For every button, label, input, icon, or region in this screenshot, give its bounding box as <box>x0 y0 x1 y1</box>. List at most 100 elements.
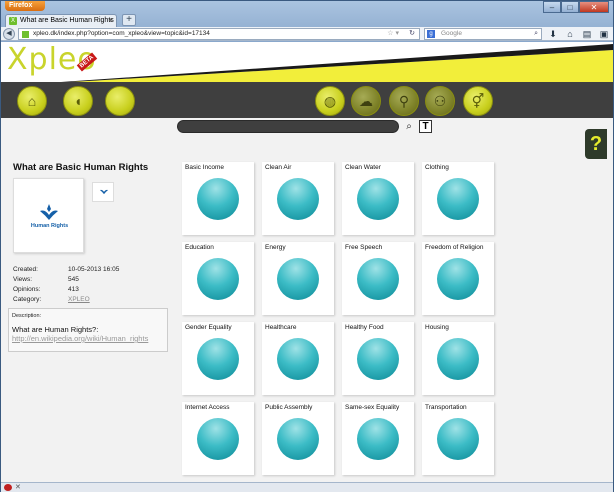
vote-circle-button[interactable] <box>277 338 319 380</box>
topic-card-label: Clean Air <box>265 164 292 171</box>
text-toggle-button[interactable]: T <box>419 120 432 133</box>
help-button[interactable]: ? <box>585 129 607 159</box>
magnifier-icon: ⚲ <box>398 93 410 109</box>
topic-card[interactable]: Same-sex Equality <box>342 402 414 475</box>
tab-bar: X What are Basic Human Rights × + <box>1 13 613 27</box>
topic-card[interactable]: Internet Access <box>182 402 254 475</box>
category-link[interactable]: XPLEO <box>68 295 90 305</box>
meta-key: Created: <box>13 266 38 273</box>
vote-circle-button[interactable] <box>357 338 399 380</box>
vote-circle-button[interactable] <box>197 258 239 300</box>
profile-nav-button[interactable]: ◖ <box>63 86 93 116</box>
tab-active[interactable]: X What are Basic Human Rights × <box>5 14 117 27</box>
topic-meta: Created: 10-05-2013 16:05 Views: 545 Opini… <box>13 265 119 305</box>
window-controls: – □ ✕ <box>543 1 609 13</box>
browser-window: Firefox – □ ✕ X What are Basic Human Rig… <box>0 0 614 492</box>
topic-card[interactable]: Free Speech <box>342 242 414 315</box>
vote-circle-button[interactable] <box>197 178 239 220</box>
topic-thumbnail[interactable] <box>92 182 114 202</box>
description-question: What are Human Rights?: <box>12 325 99 334</box>
site-search-icon[interactable]: ⌕ <box>403 120 415 133</box>
search-icon[interactable]: ⌕ <box>534 29 538 39</box>
topic-card[interactable]: Clean Air <box>262 162 334 235</box>
site-search-input[interactable] <box>177 120 399 133</box>
topic-card-label: Basic Income <box>185 164 225 171</box>
minimize-button[interactable]: – <box>543 1 561 13</box>
vote-circle-button[interactable] <box>357 418 399 460</box>
new-tab-button[interactable]: + <box>122 14 136 26</box>
web-search-input[interactable]: g Google ⌕ <box>424 28 542 40</box>
brain-nav-button[interactable]: ☁ <box>351 86 381 116</box>
gender-nav-button[interactable]: ⚥ <box>463 86 493 116</box>
topic-card[interactable]: Healthcare <box>262 322 334 395</box>
download-icon[interactable]: ⬇ <box>547 28 559 40</box>
topic-card-label: Gender Equality <box>185 324 232 331</box>
back-button[interactable]: ◀ <box>3 28 15 40</box>
url-input[interactable]: xpleo.dk/index.php?option=com_xpleo&view… <box>18 28 420 40</box>
topic-card[interactable]: Education <box>182 242 254 315</box>
meta-value: 545 <box>68 276 79 283</box>
url-text: xpleo.dk/index.php?option=com_xpleo&view… <box>33 30 210 37</box>
home-icon[interactable]: ⌂ <box>564 28 576 40</box>
blank-nav-button[interactable] <box>105 86 135 116</box>
topic-card-label: Clean Water <box>345 164 381 171</box>
topic-card[interactable]: Freedom of Religion <box>422 242 494 315</box>
vote-circle-button[interactable] <box>277 258 319 300</box>
meta-key: Opinions: <box>13 286 41 293</box>
vote-circle-button[interactable] <box>277 418 319 460</box>
topic-card[interactable]: Public Assembly <box>262 402 334 475</box>
addon-status-icon[interactable] <box>4 484 12 491</box>
topic-card[interactable]: Healthy Food <box>342 322 414 395</box>
tab-title: What are Basic Human Rights <box>20 17 114 24</box>
vote-circle-button[interactable] <box>437 258 479 300</box>
topic-card[interactable]: Basic Income <box>182 162 254 235</box>
site-identity-icon[interactable] <box>22 31 29 38</box>
gender-icon: ⚥ <box>471 93 485 109</box>
meta-row: Views: 545 <box>13 275 119 285</box>
description-label: Description: <box>12 313 42 319</box>
maximize-button[interactable]: □ <box>561 1 579 13</box>
topic-card[interactable]: Transportation <box>422 402 494 475</box>
vote-circle-button[interactable] <box>437 338 479 380</box>
vote-circle-button[interactable] <box>197 338 239 380</box>
topic-image-caption: Human Rights <box>30 223 69 229</box>
addon-flag-icon[interactable]: ▣ <box>598 28 610 40</box>
topic-card-label: Transportation <box>425 404 467 411</box>
site-header: Xpleo BETA <box>1 42 613 82</box>
stats-nav-button[interactable]: ◍ <box>315 86 345 116</box>
bookmark-star-icon[interactable]: ☆ ▾ <box>387 29 399 39</box>
chart-icon: ◍ <box>323 93 337 109</box>
home-nav-button[interactable]: ⌂ <box>17 86 47 116</box>
firefox-menu-button[interactable]: Firefox <box>5 1 45 11</box>
people-nav-button[interactable]: ⚇ <box>425 86 455 116</box>
topic-card[interactable]: Clothing <box>422 162 494 235</box>
tab-close-icon[interactable]: × <box>108 15 113 27</box>
vote-circle-button[interactable] <box>357 178 399 220</box>
description-link[interactable]: http://en.wikipedia.org/wiki/Human_right… <box>12 334 164 343</box>
vote-circle-button[interactable] <box>277 178 319 220</box>
meta-row: Opinions: 413 <box>13 285 119 295</box>
topic-card[interactable]: Clean Water <box>342 162 414 235</box>
vote-circle-button[interactable] <box>357 258 399 300</box>
favicon-icon: X <box>9 17 17 25</box>
google-icon[interactable]: g <box>427 30 435 38</box>
topic-card-label: Internet Access <box>185 404 230 411</box>
house-icon: ⌂ <box>27 93 37 109</box>
vote-circle-button[interactable] <box>197 418 239 460</box>
vote-circle-button[interactable] <box>437 418 479 460</box>
search-placeholder: Google <box>441 30 462 37</box>
close-window-button[interactable]: ✕ <box>579 1 609 13</box>
vote-circle-button[interactable] <box>437 178 479 220</box>
close-addon-bar-icon[interactable]: ✕ <box>15 483 21 492</box>
topic-card[interactable]: Gender Equality <box>182 322 254 395</box>
topic-card[interactable]: Energy <box>262 242 334 315</box>
search-nav-button[interactable]: ⚲ <box>389 86 419 116</box>
bookmarks-icon[interactable]: ▤ <box>581 28 593 40</box>
toolbar-icons: ⬇ ⌂ ▤ ▣ <box>547 28 610 40</box>
topic-image[interactable]: Human Rights <box>13 178 84 253</box>
topic-card-label: Housing <box>425 324 449 331</box>
main-icon-bar: ⌂ ◖ ◍ ☁ ⚲ ⚇ ⚥ <box>1 82 613 118</box>
reload-icon[interactable]: ↻ <box>409 29 415 39</box>
topic-card[interactable]: Housing <box>422 322 494 395</box>
meta-value: 10-05-2013 16:05 <box>68 266 120 273</box>
